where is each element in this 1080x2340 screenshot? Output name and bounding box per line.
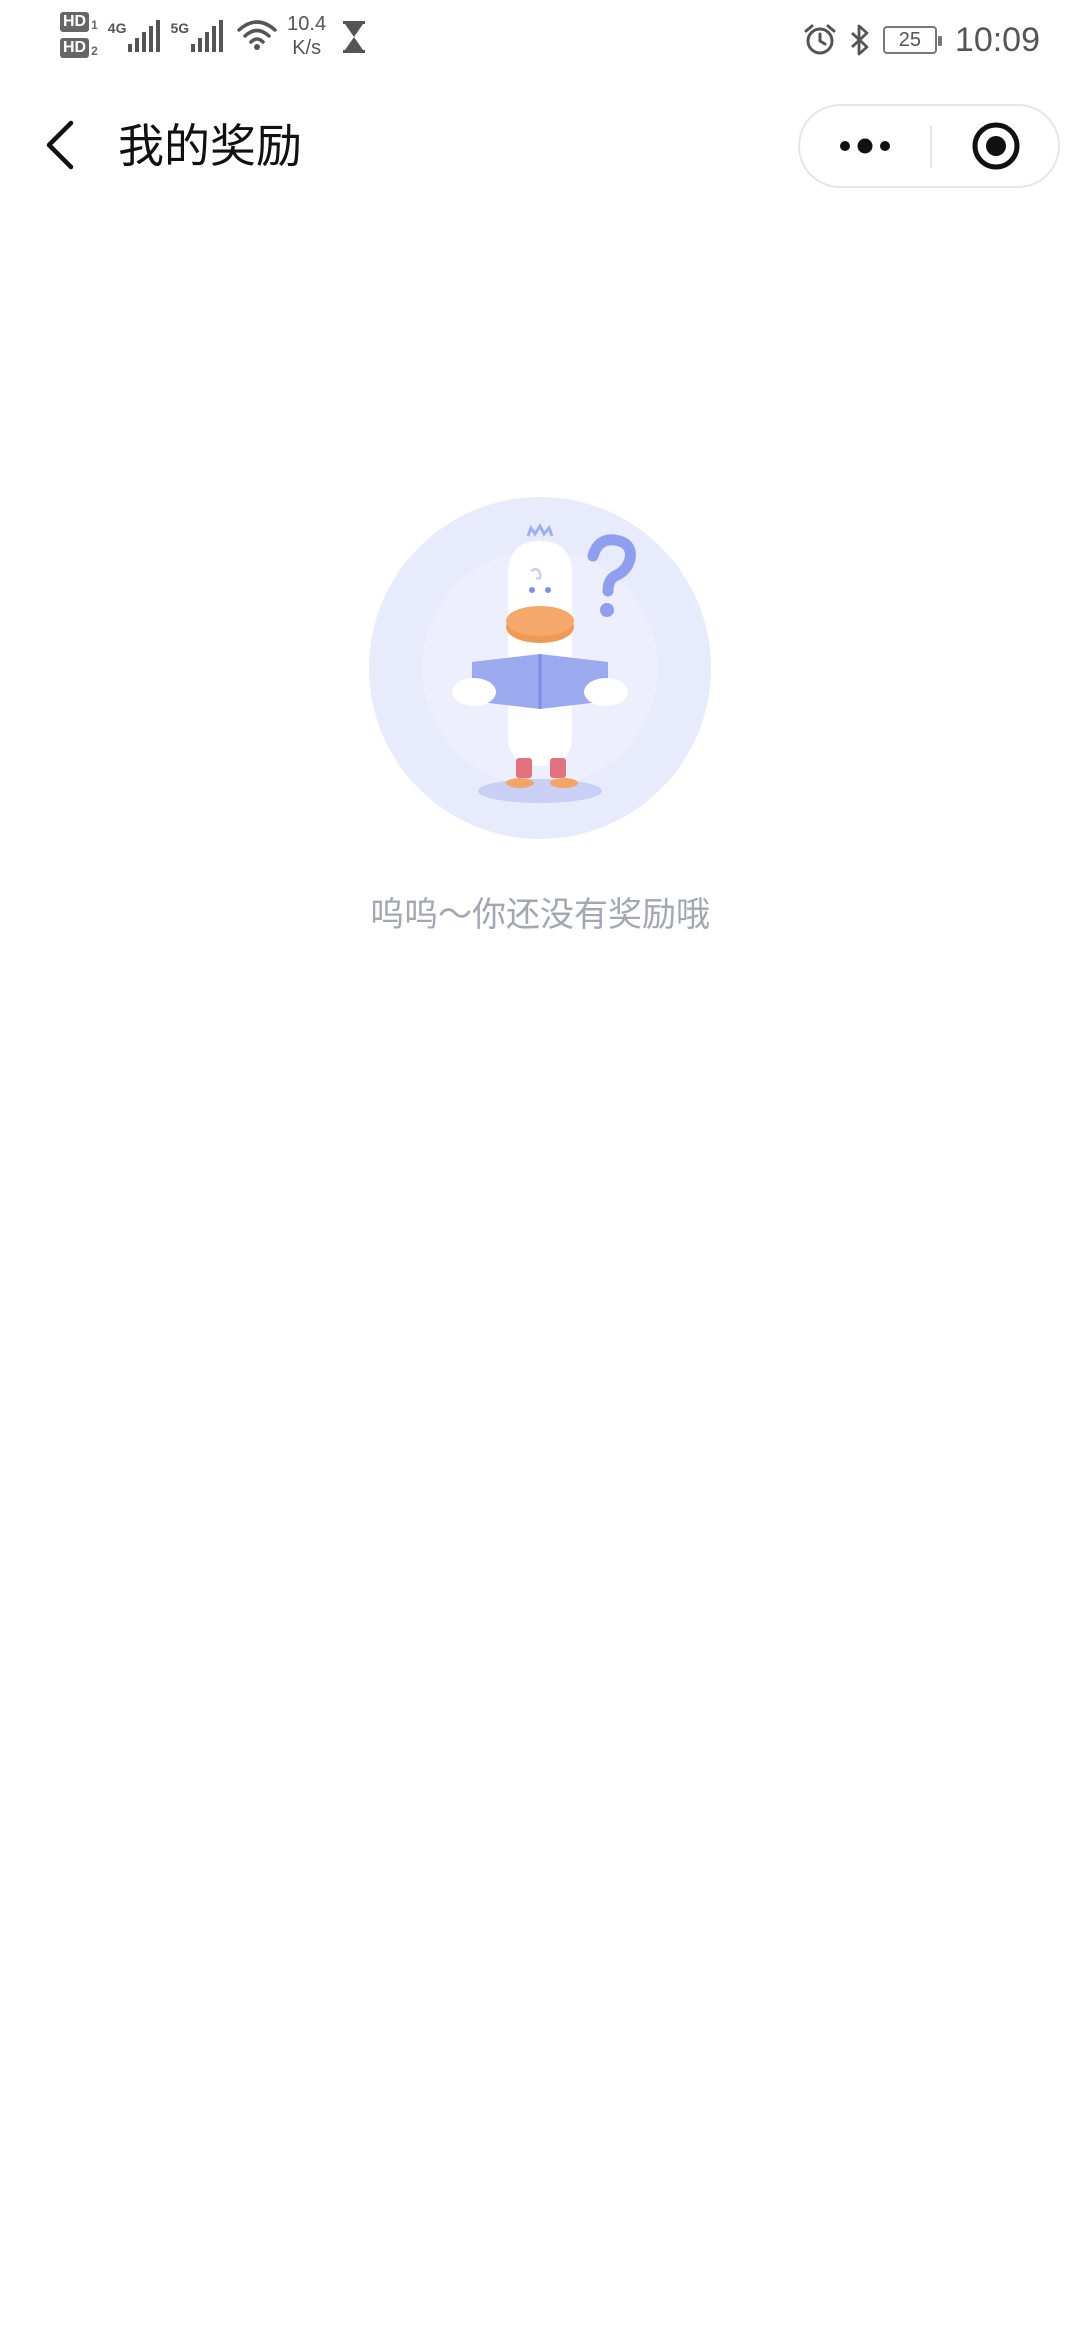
status-bar-right: 25 10:09 — [803, 14, 1040, 66]
close-button[interactable] — [932, 106, 1060, 186]
hd-indicator-1: HD 1 — [60, 12, 98, 32]
signal-4g: 4G — [108, 20, 161, 52]
mini-program-capsule — [798, 104, 1060, 188]
screen: HD 1 HD 2 4G 5G 10.4 K/s 25 10:09 我的奖励 呜… — [0, 0, 1080, 2340]
signal-icon — [191, 20, 224, 52]
battery-level: 25 — [898, 28, 922, 51]
network-speed-unit: K/s — [292, 37, 322, 59]
status-bar: HD 1 HD 2 4G 5G 10.4 K/s 25 10:09 — [0, 0, 1080, 80]
hd-badge: HD — [60, 38, 90, 58]
hd-indicator-2: HD 2 — [60, 38, 98, 58]
network-type-label: 4G — [107, 20, 127, 36]
status-bar-left: HD 1 HD 2 4G 5G 10.4 K/s — [60, 12, 366, 72]
target-circle-icon — [972, 122, 1020, 170]
status-time: 10:09 — [954, 20, 1040, 59]
nav-bar: 我的奖励 — [0, 80, 1080, 210]
hd-badge: HD — [60, 12, 90, 32]
signal-5g: 5G — [170, 20, 224, 52]
bluetooth-icon — [850, 24, 869, 56]
network-speed-value: 10.4 — [287, 13, 327, 35]
network-type-label: 5G — [170, 20, 190, 36]
more-button[interactable] — [800, 106, 930, 186]
wifi-icon — [237, 20, 277, 50]
more-dots-icon — [840, 138, 890, 154]
network-speed: 10.4 K/s — [287, 12, 326, 60]
hd-indicators: HD 1 HD 2 — [60, 12, 98, 58]
hourglass-icon — [343, 21, 366, 53]
battery-icon: 25 — [882, 26, 942, 54]
empty-illustration — [369, 497, 711, 839]
alarm-icon — [804, 24, 836, 55]
empty-state-message: 呜呜～你还没有奖励哦 — [370, 895, 710, 935]
back-button[interactable] — [30, 110, 90, 180]
page-title: 我的奖励 — [118, 119, 302, 173]
hd-sub: 1 — [91, 18, 98, 32]
hd-sub: 2 — [91, 44, 98, 58]
chevron-left-icon — [46, 120, 74, 170]
signal-icon — [128, 20, 161, 52]
